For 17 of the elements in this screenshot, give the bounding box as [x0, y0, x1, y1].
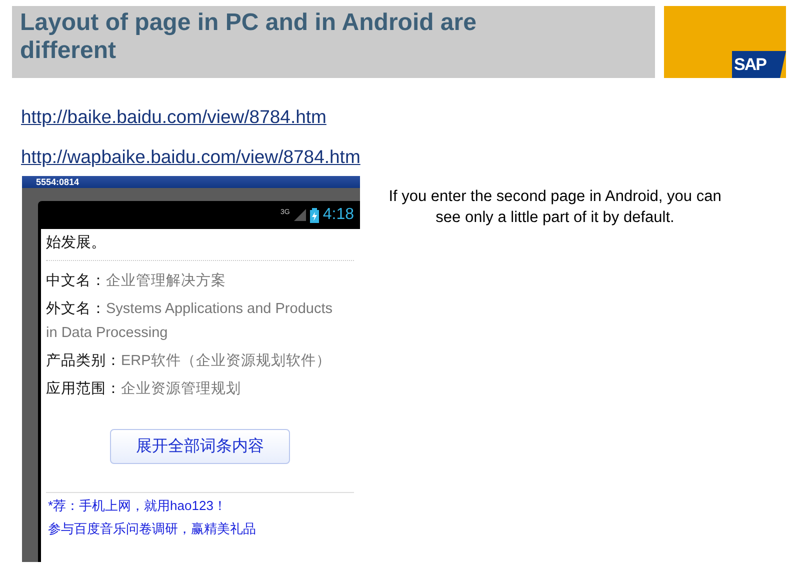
expand-button[interactable]: 展开全部词条内容	[110, 429, 290, 464]
battery-icon	[310, 208, 319, 222]
info-field: 外文名：Systems Applications and Products in Data Processing	[46, 297, 354, 345]
signal-icon	[294, 209, 306, 221]
intro-text: 始发展。	[46, 233, 354, 261]
window-title: 5554:0814	[36, 176, 80, 188]
footer-link[interactable]: *荐：手机上网，就用hao123！	[48, 495, 226, 516]
info-field: 中文名：企业管理解决方案	[46, 269, 354, 293]
link[interactable]: http://baike.baidu.com/view/8784.htm	[21, 106, 326, 128]
info-field: 产品类别：ERP软件（企业资源规划软件）	[46, 349, 354, 373]
note-text: If you enter the second page in Android, you can see only a little part of it by default.	[388, 187, 722, 228]
slide-title: Layout of page in PC and in Android are different	[12, 6, 655, 78]
link[interactable]: http://wapbaike.baidu.com/view/8784.htm	[21, 146, 360, 168]
info-field: 应用范围：企业资源管理规划	[46, 377, 354, 401]
clock: 4:18	[322, 206, 354, 224]
logo: SAP	[732, 51, 786, 78]
footer-link[interactable]: 参与百度音乐问卷调研，赢精美礼品	[48, 518, 256, 539]
